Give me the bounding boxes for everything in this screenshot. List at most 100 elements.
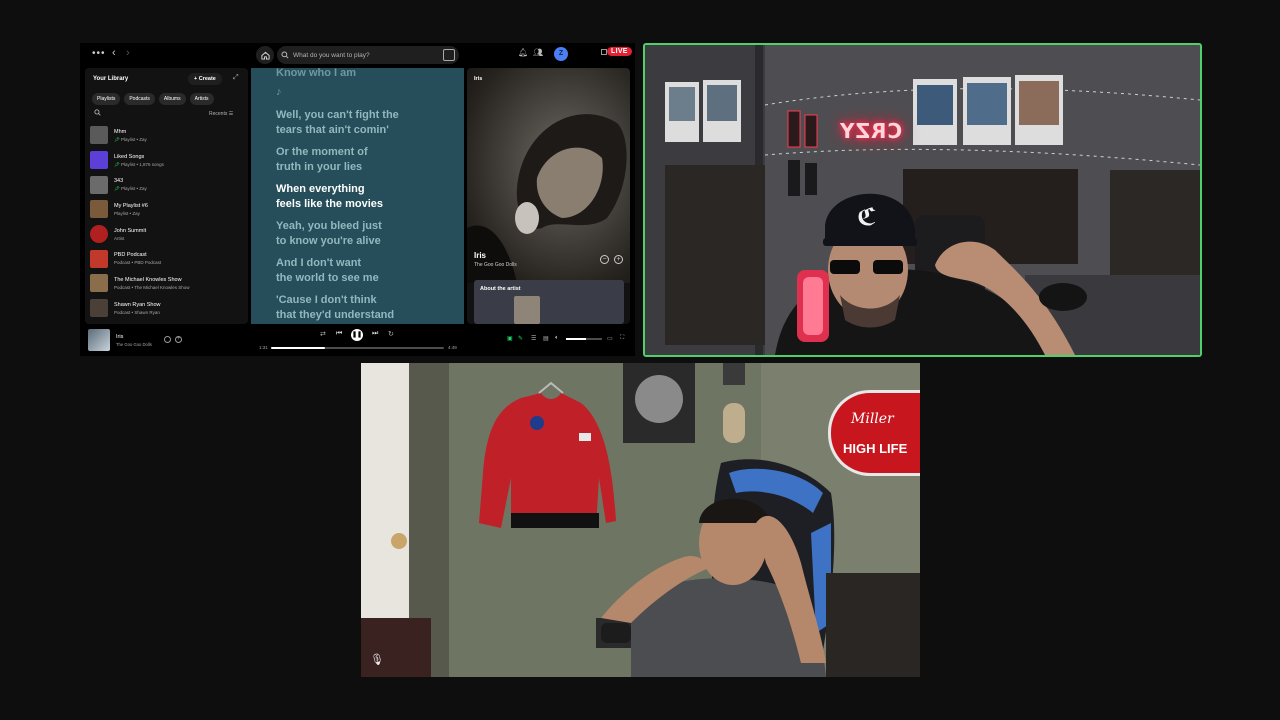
progress-bar[interactable] [271,347,444,349]
library-item-name: My Playlist #6 [114,202,148,209]
browse-icon[interactable] [443,49,455,61]
lyric-line[interactable]: ♪ [276,85,282,100]
now-playing-artist[interactable]: The Goo Goo Dolls [474,262,517,268]
pause-button[interactable]: ❚❚ [351,329,363,341]
lyric-line[interactable]: Know who I am [276,68,356,81]
about-artist-label: About the artist [480,286,521,292]
library-search-icon[interactable] [94,109,101,118]
library-title[interactable]: Your Library [93,76,128,82]
previous-icon[interactable]: ⏮︎ [336,330,342,338]
lyric-line[interactable]: truth in your lies [276,160,362,175]
webcam-feed-bottom: Miller HIGH LIFE 🎙︎ [361,363,920,677]
lyric-line[interactable]: Yeah, you bleed just [276,219,382,234]
library-item-subtitle: Podcast • Shawn Ryan [114,309,160,316]
hide-icon[interactable] [164,336,171,343]
library-item-sub-text: Artist [114,235,125,241]
library-item-text: My Playlist #6 Playlist • Zay [114,202,148,217]
remove-icon[interactable]: − [600,255,609,264]
lyrics-icon[interactable]: ✎ [518,335,523,342]
search-input[interactable] [293,51,433,59]
home-button[interactable] [256,46,274,64]
library-item-sub-text: Playlist • 1,876 songs [120,161,164,167]
search-icon [277,46,293,64]
library-item[interactable]: Mhm 📌︎ Playlist • Zay [90,123,245,148]
chip-podcasts[interactable]: Podcasts [124,93,155,105]
lyric-line[interactable]: the world to see me [276,271,379,286]
library-item-text: PBD Podcast Podcast • PBD Podcast [114,251,161,266]
library-item[interactable]: 343 📌︎ Playlist • Zay [90,172,245,197]
menu-dots-icon[interactable]: ••• [92,48,106,59]
chip-playlists[interactable]: Playlists [92,93,121,105]
album-art[interactable] [88,329,110,351]
lyric-line[interactable]: feels like the movies [276,197,383,212]
chip-albums[interactable]: Albums [158,93,186,105]
lyric-line[interactable]: When everything [276,182,365,197]
fullscreen-icon[interactable]: ⛶ [620,335,624,342]
sign-line-1: Miller [851,411,894,427]
duration-time: 4:49 [448,345,457,350]
lyric-line[interactable]: Well, you can't fight the [276,108,399,123]
about-artist-card[interactable]: About the artist [474,280,624,324]
library-item[interactable]: Shawn Ryan Show Podcast • Shawn Ryan [90,296,245,321]
library-item-subtitle: 📌︎ Playlist • Zay [114,185,147,192]
sign-line-2: HIGH LIFE [843,441,908,456]
library-item[interactable]: Liked Songs 📌︎ Playlist • 1,876 songs [90,148,245,173]
progress-fill [271,347,326,349]
sort-recents[interactable]: Recents ☰ [209,111,233,117]
library-item-subtitle: Artist [114,235,146,242]
miniplayer-icon[interactable]: ▭ [607,335,613,342]
queue-icon[interactable]: ☰ [531,335,536,342]
player-track-title[interactable]: Iris [116,334,123,340]
connect-device-icon[interactable]: ▤ [543,335,549,342]
add-to-playlist-icon[interactable]: + [175,336,182,343]
expand-icon[interactable]: ⤢ [233,74,239,82]
lyric-line[interactable]: And I don't want [276,256,361,271]
library-item-thumbnail [90,299,108,318]
lyric-line[interactable]: tears that ain't comin' [276,123,389,138]
volume-icon[interactable]: 🔈︎ [555,335,559,342]
avatar[interactable]: Z [554,47,568,61]
repeat-icon[interactable]: ↻ [388,330,394,338]
lyric-line[interactable]: to know you're alive [276,234,381,249]
miller-high-life-sign: Miller HIGH LIFE [828,390,920,476]
library-item[interactable]: The Michael Knowles Show Podcast • The Mi… [90,271,245,296]
shuffle-icon[interactable]: ⇄ [320,330,326,338]
now-playing-title[interactable]: Iris [474,251,486,260]
lyric-line[interactable]: Or the moment of [276,145,368,160]
library-item-thumbnail [90,200,108,219]
library-item-name: 343 [114,178,124,185]
forward-arrow-icon[interactable]: › [126,47,130,59]
artist-photo [514,296,540,324]
next-icon[interactable]: ⏭︎ [372,330,378,338]
lyric-line[interactable]: that they'd understand [276,308,394,323]
player-track-artist[interactable]: The Goo Goo Dolls [116,342,152,347]
create-button[interactable]: + Create [188,73,222,85]
library-item-name: PBD Podcast [114,252,147,259]
library-item[interactable]: PBD Podcast Podcast • PBD Podcast [90,246,245,271]
library-item-text: The Michael Knowles Show Podcast • The Mi… [114,276,190,291]
pin-icon: 📌︎ [114,186,121,192]
create-label: Create [198,76,216,82]
volume-fill [566,338,586,340]
spotify-window: ••• ‹ › 🔔︎ 👥︎ Z LIVE Your Library + Crea… [80,43,635,356]
notification-bell-icon[interactable]: 🔔︎ [518,48,528,57]
library-item-text: Liked Songs 📌︎ Playlist • 1,876 songs [114,153,164,168]
library-item[interactable]: My Playlist #6 Playlist • Zay [90,197,245,222]
back-arrow-icon[interactable]: ‹ [112,47,116,59]
volume-slider[interactable] [566,338,602,340]
add-icon[interactable]: + [614,255,623,264]
now-playing-view-icon[interactable]: ▣ [507,335,513,342]
friend-activity-icon[interactable]: 👥︎ [533,48,543,57]
library-item-subtitle: Playlist • Zay [114,210,148,217]
lyrics-panel: Know who I am ♪ Well, you can't fight the t… [251,68,464,324]
library-item-sub-text: Playlist • Zay [120,136,147,142]
library-item-thumbnail [90,225,108,244]
chip-artists[interactable]: Artists [189,93,214,105]
library-item[interactable]: John Summit Artist [90,222,245,247]
library-item-text: John Summit Artist [114,227,146,242]
library-item-text: Mhm 📌︎ Playlist • Zay [114,128,147,143]
lyric-line[interactable]: 'Cause I don't think [276,293,377,308]
live-badge: LIVE [607,47,632,56]
library-item-subtitle: 📌︎ Playlist • Zay [114,136,147,143]
search-bar[interactable] [277,46,459,64]
